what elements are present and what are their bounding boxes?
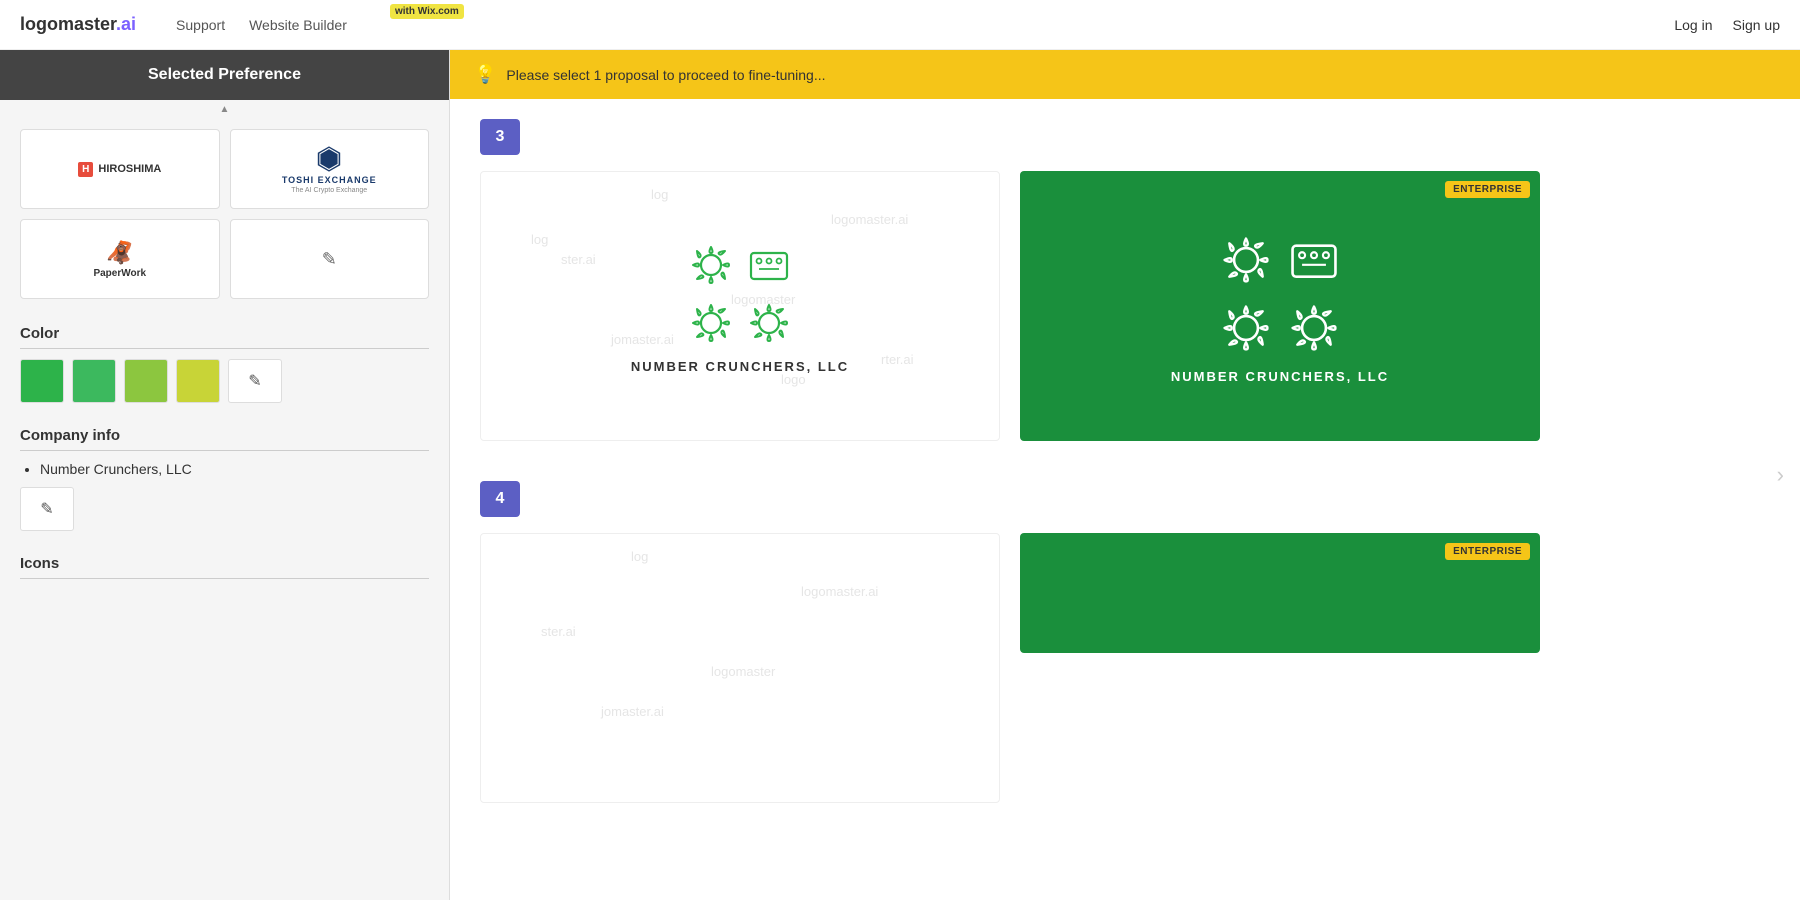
topnav: logomaster.ai Support Website Builder wi…	[0, 0, 1800, 50]
logo-thumb-toshi[interactable]: TOSHI EXCHANGE The AI Crypto Exchange	[230, 129, 430, 209]
toshi-sub: The AI Crypto Exchange	[291, 187, 367, 194]
toshi-text: TOSHI EXCHANGE	[282, 175, 377, 185]
logo-thumb-paperwork[interactable]: 🦧 PaperWork	[20, 219, 220, 299]
logo-svg-wrapper-3d: NUMBER CRUNCHERS, LLC	[1171, 229, 1389, 384]
color-swatches: ✎	[20, 359, 429, 403]
wm2: logomaster.ai	[831, 212, 908, 227]
company-info-list: Number Crunchers, LLC	[20, 461, 429, 477]
company-info-section: Company info Number Crunchers, LLC ✎	[0, 411, 449, 539]
logo-thumb-hiroshima[interactable]: H HIROSHIMA	[20, 129, 220, 209]
color-edit-button[interactable]: ✎	[228, 359, 282, 403]
color-edit-icon: ✎	[248, 371, 261, 391]
banner-icon: 💡	[474, 64, 496, 85]
proposal-3-dark-card[interactable]: ENTERPRISE	[1020, 171, 1540, 441]
color-section-title: Color	[20, 325, 429, 349]
notification-banner: 💡 Please select 1 proposal to proceed to…	[450, 50, 1800, 99]
proposal-3-white-card[interactable]: log logomaster.ai ster.ai logomaster jom…	[480, 171, 1000, 441]
scroll-indicator: ▲	[0, 100, 449, 119]
main-content: 💡 Please select 1 proposal to proceed to…	[450, 50, 1800, 900]
main-layout: Selected Preference ▲ H HIROSHIMA TOSHI …	[0, 50, 1800, 900]
sidebar-header: Selected Preference	[0, 50, 449, 100]
gear-icon-2	[743, 239, 795, 291]
proposal-4-dark-card[interactable]: ENTERPRISE	[1020, 533, 1540, 653]
wm4-4: logomaster	[711, 664, 775, 679]
color-swatch-1[interactable]	[20, 359, 64, 403]
gear-icon-7	[1215, 297, 1277, 359]
wm8: rter.ai	[881, 352, 914, 367]
next-arrow[interactable]: ›	[1777, 462, 1784, 488]
color-section: Color ✎	[0, 309, 449, 411]
proposal-3-cards: log logomaster.ai ster.ai logomaster jom…	[480, 171, 1770, 441]
wm4-3: ster.ai	[541, 624, 576, 639]
edit-icon: ✎	[322, 249, 337, 270]
banner-text: Please select 1 proposal to proceed to f…	[506, 67, 825, 83]
proposal-3-dark-company-name: NUMBER CRUNCHERS, LLC	[1171, 369, 1389, 384]
company-section-title: Company info	[20, 427, 429, 451]
logo-svg-wrapper-3w: NUMBER CRUNCHERS, LLC	[631, 239, 849, 374]
hiroshima-icon: H	[78, 162, 93, 177]
support-link[interactable]: Support	[176, 17, 225, 33]
proposal-4-section: 4 log logomaster.ai ster.ai logomaster j…	[480, 481, 1770, 803]
wm4-2: logomaster.ai	[801, 584, 878, 599]
wm4-5: jomaster.ai	[601, 704, 664, 719]
company-name-item: Number Crunchers, LLC	[40, 461, 429, 477]
logo-suffix: .ai	[116, 14, 136, 34]
sidebar: Selected Preference ▲ H HIROSHIMA TOSHI …	[0, 50, 450, 900]
color-swatch-3[interactable]	[124, 359, 168, 403]
enterprise-badge-4: ENTERPRISE	[1445, 543, 1530, 560]
gear-icon-3	[685, 297, 737, 349]
toshi-hex-icon	[315, 145, 343, 173]
color-swatch-4[interactable]	[176, 359, 220, 403]
logo[interactable]: logomaster.ai	[20, 14, 136, 35]
icons-section: Icons	[0, 539, 449, 597]
wix-badge: with Wix.com	[390, 4, 464, 19]
icons-section-title: Icons	[20, 555, 429, 579]
wm4-1: log	[631, 549, 648, 564]
paperwork-text: PaperWork	[93, 268, 146, 279]
paperwork-icon: 🦧	[106, 240, 133, 266]
topnav-links: Support Website Builder	[176, 17, 347, 33]
gear-grid-3w	[685, 239, 795, 349]
company-edit-button[interactable]: ✎	[20, 487, 74, 531]
topnav-auth: Log in Sign up	[1674, 17, 1780, 33]
wm6: logo	[781, 372, 806, 387]
proposal-3-company-name: NUMBER CRUNCHERS, LLC	[631, 359, 849, 374]
proposal-4-white-card[interactable]: log logomaster.ai ster.ai logomaster jom…	[480, 533, 1000, 803]
company-edit-icon: ✎	[40, 499, 53, 519]
gear-icon-6	[1283, 229, 1345, 291]
color-swatch-2[interactable]	[72, 359, 116, 403]
proposal-3-number: 3	[480, 119, 520, 155]
signup-link[interactable]: Sign up	[1733, 17, 1780, 33]
login-link[interactable]: Log in	[1674, 17, 1712, 33]
gear-icon-1	[685, 239, 737, 291]
proposal-3-section: 3 log logomaster.ai ster.ai logomaster j…	[480, 119, 1770, 441]
wm1: log	[651, 187, 668, 202]
hiroshima-text: HIROSHIMA	[98, 163, 161, 175]
website-builder-link[interactable]: Website Builder	[249, 17, 347, 33]
proposal-4-cards: log logomaster.ai ster.ai logomaster jom…	[480, 533, 1770, 803]
logo-thumbs: H HIROSHIMA TOSHI EXCHANGE The AI Crypto…	[0, 119, 449, 309]
wm7: log	[531, 232, 548, 247]
logo-thumb-edit[interactable]: ✎	[230, 219, 430, 299]
gear-icon-5	[1215, 229, 1277, 291]
logo-text: logomaster	[20, 14, 116, 34]
proposals-wrapper: 3 log logomaster.ai ster.ai logomaster j…	[450, 99, 1800, 863]
gear-icon-8	[1283, 297, 1345, 359]
gear-icon-4	[743, 297, 795, 349]
gear-grid-3d	[1215, 229, 1345, 359]
enterprise-badge-3: ENTERPRISE	[1445, 181, 1530, 198]
watermark-container-4w: log logomaster.ai ster.ai logomaster jom…	[481, 534, 999, 802]
wm3: ster.ai	[561, 252, 596, 267]
proposal-4-number: 4	[480, 481, 520, 517]
